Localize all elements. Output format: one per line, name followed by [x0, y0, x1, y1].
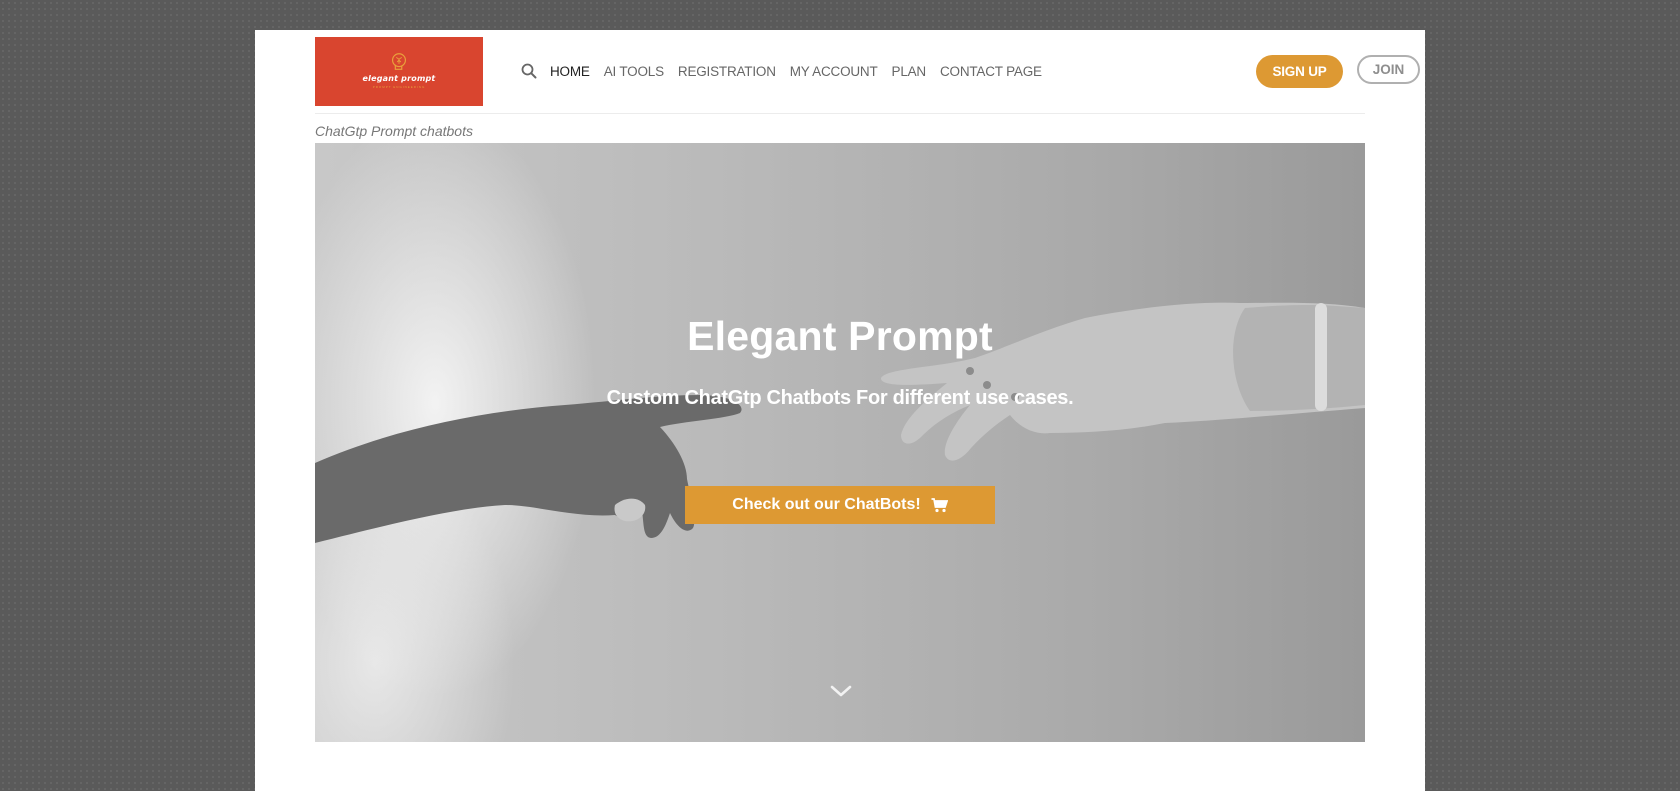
brain-head-icon: [391, 52, 407, 70]
logo-name: elegant prompt: [362, 73, 436, 83]
check-out-chatbots-button[interactable]: Check out our ChatBots!: [685, 486, 995, 524]
site-logo[interactable]: elegant prompt PROMPT ENGINEERING: [315, 37, 483, 106]
page-container: elegant prompt PROMPT ENGINEERING HOME A…: [255, 30, 1425, 791]
main-nav: HOME AI TOOLS REGISTRATION MY ACCOUNT PL…: [521, 60, 1056, 82]
sign-up-button[interactable]: SIGN UP: [1256, 55, 1343, 88]
search-icon[interactable]: [521, 63, 537, 79]
chevron-down-icon[interactable]: [829, 683, 853, 699]
nav-item-home[interactable]: HOME: [550, 64, 590, 79]
join-button[interactable]: JOIN: [1357, 55, 1420, 84]
page-caption: ChatGtp Prompt chatbots: [315, 123, 473, 139]
nav-item-plan[interactable]: PLAN: [892, 64, 927, 79]
nav-item-ai-tools[interactable]: AI TOOLS: [604, 64, 664, 79]
nav-item-my-account[interactable]: MY ACCOUNT: [790, 64, 878, 79]
hero-subtitle: Custom ChatGtp Chatbots For different us…: [606, 387, 1074, 409]
logo-tagline: PROMPT ENGINEERING: [372, 84, 426, 89]
site-header: elegant prompt PROMPT ENGINEERING HOME A…: [315, 30, 1420, 114]
nav-item-registration[interactable]: REGISTRATION: [678, 64, 776, 79]
hero-banner: Elegant Prompt Custom ChatGtp Chatbots F…: [315, 143, 1365, 742]
cart-icon: [931, 497, 948, 512]
hands-reaching-image: [315, 302, 1365, 543]
hero-title: Elegant Prompt: [687, 313, 993, 359]
cta-label: Check out our ChatBots!: [732, 496, 921, 513]
nav-item-contact-page[interactable]: CONTACT PAGE: [940, 64, 1042, 79]
